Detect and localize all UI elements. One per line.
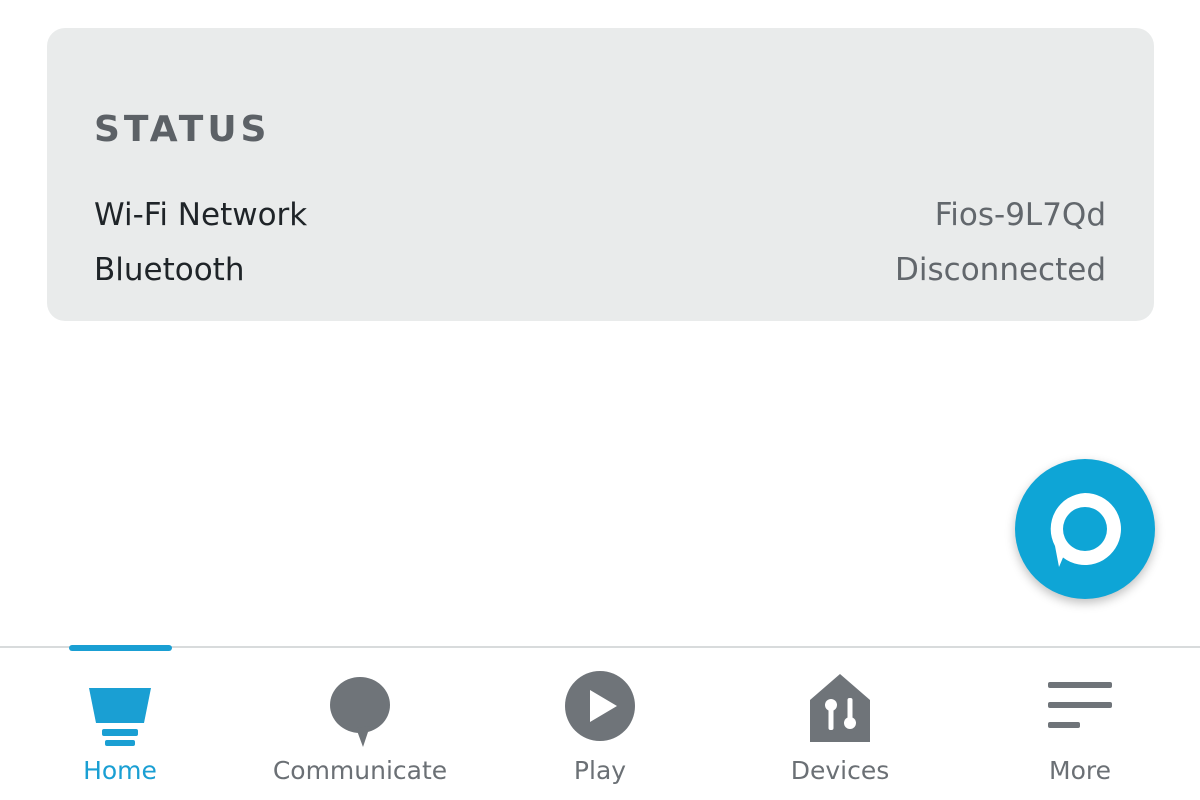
chat-bubble-icon bbox=[330, 677, 390, 747]
wifi-network-value: Fios-9L7Qd bbox=[934, 197, 1106, 233]
wifi-network-row[interactable]: Wi-Fi Network Fios-9L7Qd bbox=[94, 193, 1106, 237]
nav-label-communicate: Communicate bbox=[272, 756, 448, 785]
nav-label-more: More bbox=[1049, 756, 1111, 785]
play-icon bbox=[565, 671, 635, 741]
alexa-icon bbox=[1050, 493, 1121, 567]
alexa-button[interactable] bbox=[1015, 459, 1155, 599]
bluetooth-label: Bluetooth bbox=[94, 252, 245, 288]
nav-item-play[interactable]: Play bbox=[480, 648, 720, 800]
active-tab-indicator bbox=[69, 645, 172, 651]
nav-item-devices[interactable]: Devices bbox=[720, 648, 960, 800]
nav-label-play: Play bbox=[573, 756, 627, 785]
menu-lines-icon bbox=[1048, 682, 1112, 728]
nav-item-more[interactable]: More bbox=[960, 648, 1200, 800]
home-echo-icon bbox=[89, 688, 151, 746]
bluetooth-value: Disconnected bbox=[895, 252, 1106, 288]
status-heading: STATUS bbox=[94, 109, 271, 150]
bottom-nav: Home Communicate Play Devices More bbox=[0, 645, 1200, 800]
bluetooth-row[interactable]: Bluetooth Disconnected bbox=[94, 248, 1106, 292]
nav-item-home[interactable]: Home bbox=[0, 645, 240, 800]
nav-item-communicate[interactable]: Communicate bbox=[240, 648, 480, 800]
devices-house-icon bbox=[810, 674, 870, 742]
wifi-network-label: Wi-Fi Network bbox=[94, 197, 308, 233]
nav-label-home: Home bbox=[83, 756, 157, 785]
nav-label-devices: Devices bbox=[790, 756, 890, 785]
status-card: STATUS Wi-Fi Network Fios-9L7Qd Bluetoot… bbox=[47, 28, 1154, 321]
page: STATUS Wi-Fi Network Fios-9L7Qd Bluetoot… bbox=[0, 0, 1200, 800]
